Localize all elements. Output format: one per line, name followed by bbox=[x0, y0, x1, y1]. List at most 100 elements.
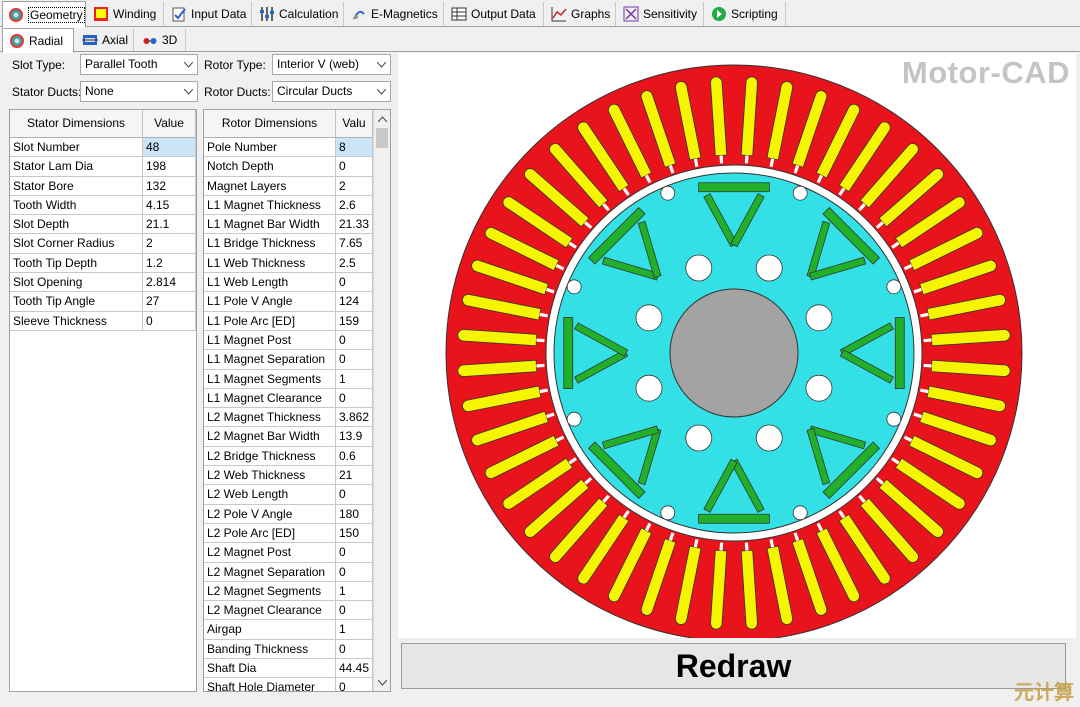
parameter-value-cell[interactable]: 1 bbox=[336, 369, 373, 389]
parameter-value-cell[interactable]: 1 bbox=[336, 581, 373, 602]
table-row[interactable]: Tooth Tip Angle 27 bbox=[10, 292, 196, 312]
table-row[interactable]: Tooth Tip Depth 1.2 bbox=[10, 253, 196, 274]
column-header[interactable]: Valu bbox=[336, 110, 373, 138]
tab-axial[interactable]: Axial bbox=[76, 29, 134, 51]
table-row[interactable]: Shaft Dia 44.45 bbox=[204, 659, 373, 679]
slot-type-select[interactable]: Parallel Tooth bbox=[80, 54, 198, 75]
table-row[interactable]: Stator Bore 132 bbox=[10, 176, 196, 196]
parameter-value-cell[interactable]: 0 bbox=[336, 350, 373, 370]
tab-graphs[interactable]: Graphs bbox=[546, 2, 616, 26]
table-row[interactable]: L1 Magnet Separation 0 bbox=[204, 350, 373, 370]
chevron-down-icon[interactable] bbox=[373, 55, 390, 74]
parameter-value-cell[interactable]: 3.862 bbox=[336, 408, 373, 428]
scroll-thumb[interactable] bbox=[376, 128, 388, 148]
parameter-value-cell[interactable]: 0 bbox=[336, 273, 373, 293]
table-row[interactable]: L2 Magnet Post 0 bbox=[204, 543, 373, 563]
table-row[interactable]: L1 Bridge Thickness 7.65 bbox=[204, 234, 373, 254]
table-row[interactable]: L2 Magnet Clearance 0 bbox=[204, 601, 373, 621]
parameter-value-cell[interactable]: 180 bbox=[336, 504, 373, 524]
parameter-value-cell[interactable]: 0 bbox=[143, 311, 196, 331]
parameter-value-cell[interactable]: 159 bbox=[336, 311, 373, 331]
table-row[interactable]: Notch Depth 0 bbox=[204, 157, 373, 177]
parameter-value-cell[interactable]: 0 bbox=[336, 601, 373, 621]
table-row[interactable]: Slot Number 48 bbox=[10, 138, 196, 158]
table-row[interactable]: Slot Depth 21.1 bbox=[10, 215, 196, 235]
table-row[interactable]: Slot Corner Radius 2 bbox=[10, 234, 196, 254]
parameter-value-cell[interactable]: 44.45 bbox=[336, 659, 373, 679]
chevron-down-icon[interactable] bbox=[180, 55, 197, 74]
parameter-value-cell[interactable]: 0 bbox=[336, 157, 373, 177]
table-row[interactable]: Shaft Hole Diameter 0 bbox=[204, 678, 373, 691]
parameter-value-cell[interactable]: 21.33 bbox=[336, 215, 373, 235]
parameter-value-cell[interactable]: 1 bbox=[336, 620, 373, 640]
table-row[interactable]: Pole Number 8 bbox=[204, 138, 373, 158]
table-row[interactable]: Magnet Layers 2 bbox=[204, 176, 373, 196]
parameter-value-cell[interactable]: 13.9 bbox=[336, 427, 373, 447]
parameter-value-cell[interactable]: 0 bbox=[336, 639, 373, 660]
motor-cross-section-canvas[interactable]: Motor-CAD bbox=[398, 53, 1076, 642]
parameter-value-cell[interactable]: 132 bbox=[143, 176, 196, 196]
stator-ducts-select[interactable]: None bbox=[80, 81, 198, 102]
column-header[interactable]: Value bbox=[143, 110, 196, 138]
table-row[interactable]: L1 Magnet Post 0 bbox=[204, 330, 373, 351]
parameter-value-cell[interactable]: 4.15 bbox=[143, 195, 196, 216]
tab-radial[interactable]: Radial bbox=[2, 28, 74, 53]
parameter-value-cell[interactable]: 21 bbox=[336, 466, 373, 486]
table-row[interactable]: L1 Pole Arc [ED] 159 bbox=[204, 311, 373, 331]
table-row[interactable]: L1 Magnet Clearance 0 bbox=[204, 388, 373, 409]
parameter-value-cell[interactable]: 0 bbox=[336, 562, 373, 582]
table-row[interactable]: L1 Magnet Segments 1 bbox=[204, 369, 373, 389]
tab-scripting[interactable]: Scripting bbox=[706, 2, 786, 26]
stator-dimensions-grid[interactable]: Stator Dimensions Value Slot Number 48 Sta… bbox=[9, 109, 197, 692]
column-header[interactable]: Rotor Dimensions bbox=[204, 110, 336, 138]
table-row[interactable]: L2 Pole Arc [ED] 150 bbox=[204, 523, 373, 544]
tab-winding[interactable]: Winding bbox=[88, 2, 164, 26]
table-row[interactable]: L2 Web Length 0 bbox=[204, 485, 373, 505]
table-row[interactable]: L2 Pole V Angle 180 bbox=[204, 504, 373, 524]
table-row[interactable]: L1 Web Thickness 2.5 bbox=[204, 253, 373, 274]
rotor-ducts-select[interactable]: Circular Ducts bbox=[272, 81, 391, 102]
parameter-value-cell[interactable]: 21.1 bbox=[143, 215, 196, 235]
table-row[interactable]: Banding Thickness 0 bbox=[204, 639, 373, 660]
parameter-value-cell[interactable]: 150 bbox=[336, 523, 373, 544]
chevron-down-icon[interactable] bbox=[180, 82, 197, 101]
parameter-value-cell[interactable]: 0 bbox=[336, 543, 373, 563]
tab-3d[interactable]: 3D bbox=[136, 29, 186, 51]
table-row[interactable]: L2 Magnet Separation 0 bbox=[204, 562, 373, 582]
scroll-down-arrow-icon[interactable] bbox=[374, 674, 390, 691]
rotor-grid-scrollbar[interactable] bbox=[373, 110, 390, 691]
tab-calculation[interactable]: Calculation bbox=[254, 2, 344, 26]
table-row[interactable]: Airgap 1 bbox=[204, 620, 373, 640]
table-row[interactable]: Slot Opening 2.814 bbox=[10, 273, 196, 293]
tab-output-data[interactable]: Output Data bbox=[446, 2, 544, 26]
table-row[interactable]: L1 Pole V Angle 124 bbox=[204, 292, 373, 312]
parameter-value-cell[interactable]: 2.5 bbox=[336, 253, 373, 274]
parameter-value-cell[interactable]: 1.2 bbox=[143, 253, 196, 274]
tab-input-data[interactable]: Input Data bbox=[166, 2, 252, 26]
parameter-value-cell[interactable]: 8 bbox=[336, 138, 373, 158]
parameter-value-cell[interactable]: 0 bbox=[336, 330, 373, 351]
table-row[interactable]: Tooth Width 4.15 bbox=[10, 195, 196, 216]
table-row[interactable]: L1 Web Length 0 bbox=[204, 273, 373, 293]
parameter-value-cell[interactable]: 2.6 bbox=[336, 195, 373, 216]
parameter-value-cell[interactable]: 27 bbox=[143, 292, 196, 312]
parameter-value-cell[interactable]: 198 bbox=[143, 157, 196, 177]
column-header[interactable]: Stator Dimensions bbox=[10, 110, 143, 138]
tab-geometry[interactable]: Geometry bbox=[2, 1, 86, 28]
table-row[interactable]: L1 Magnet Thickness 2.6 bbox=[204, 195, 373, 216]
chevron-down-icon[interactable] bbox=[373, 82, 390, 101]
parameter-value-cell[interactable]: 0 bbox=[336, 678, 373, 691]
table-row[interactable]: L1 Magnet Bar Width 21.33 bbox=[204, 215, 373, 235]
table-row[interactable]: Stator Lam Dia 198 bbox=[10, 157, 196, 177]
table-row[interactable]: L2 Magnet Thickness 3.862 bbox=[204, 408, 373, 428]
parameter-value-cell[interactable]: 7.65 bbox=[336, 234, 373, 254]
table-row[interactable]: Sleeve Thickness 0 bbox=[10, 311, 196, 331]
parameter-value-cell[interactable]: 2 bbox=[143, 234, 196, 254]
rotor-type-select[interactable]: Interior V (web) bbox=[272, 54, 391, 75]
table-row[interactable]: L2 Magnet Segments 1 bbox=[204, 581, 373, 602]
parameter-value-cell[interactable]: 2.814 bbox=[143, 273, 196, 293]
table-row[interactable]: L2 Magnet Bar Width 13.9 bbox=[204, 427, 373, 447]
parameter-value-cell[interactable]: 0.6 bbox=[336, 446, 373, 467]
table-row[interactable]: L2 Bridge Thickness 0.6 bbox=[204, 446, 373, 467]
parameter-value-cell[interactable]: 124 bbox=[336, 292, 373, 312]
